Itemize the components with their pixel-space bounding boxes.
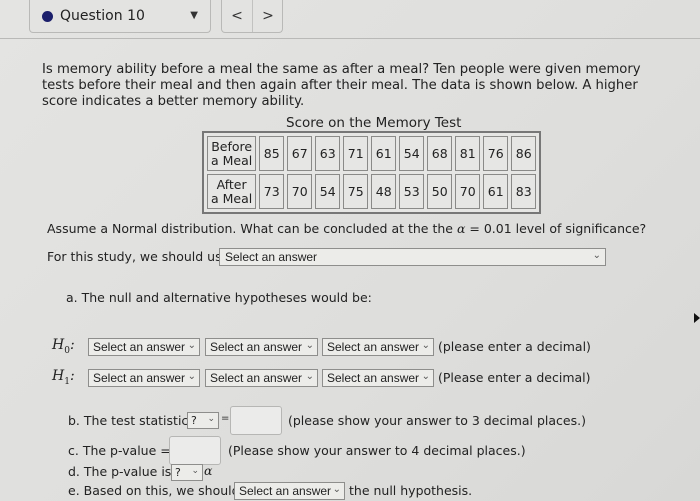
- h1-value-select[interactable]: Select an answer ⌄: [322, 369, 434, 387]
- mouse-cursor-icon: [694, 313, 700, 323]
- table-row-before: Before a Meal 85 67 63 71 61 54 68 81 76 …: [207, 136, 537, 171]
- table-title: Score on the Memory Test: [286, 115, 462, 131]
- equals-sign: =: [221, 413, 230, 424]
- table-cell: 83: [511, 174, 537, 209]
- caret-down-icon: ▼: [190, 10, 198, 21]
- part-b-label: b. The test statistic: [68, 413, 189, 428]
- select-value: Select an answer: [327, 371, 420, 385]
- chevron-left-icon: <: [231, 8, 243, 24]
- table-cell: 48: [371, 174, 397, 209]
- part-e-label: e. Based on this, we should: [68, 483, 240, 498]
- h1-parameter-select[interactable]: Select an answer ⌄: [88, 369, 200, 387]
- part-e-suffix: the null hypothesis.: [349, 483, 473, 498]
- h0-note: (please enter a decimal): [438, 339, 591, 354]
- select-value: Select an answer: [210, 371, 303, 385]
- h0-operator-select[interactable]: Select an answer ⌄: [205, 338, 318, 356]
- table-cell: 85: [259, 136, 285, 171]
- h1-colon: :: [69, 368, 75, 384]
- question-nav-bar: Question 10 ▼ < >: [0, 0, 700, 39]
- select-value: ?: [191, 414, 197, 427]
- table-cell: 70: [455, 174, 481, 209]
- table-cell: 70: [287, 174, 313, 209]
- decision-select[interactable]: Select an answer ⌄: [234, 482, 345, 500]
- table-cell: 61: [483, 174, 509, 209]
- select-value: Select an answer: [93, 371, 186, 385]
- chevron-down-icon: ⌄: [592, 250, 601, 261]
- select-value: Select an answer: [239, 484, 332, 498]
- part-b-note: (please show your answer to 3 decimal pl…: [288, 413, 586, 428]
- test-type-select[interactable]: Select an answer ⌄: [219, 248, 606, 266]
- table-cell: 67: [287, 136, 313, 171]
- h0-value-select[interactable]: Select an answer ⌄: [322, 338, 434, 356]
- table-cell: 75: [343, 174, 369, 209]
- h0-parameter-select[interactable]: Select an answer ⌄: [88, 338, 200, 356]
- table-row-after: After a Meal 73 70 54 75 48 53 50 70 61 8…: [207, 174, 537, 209]
- chevron-down-icon: ⌄: [191, 466, 199, 476]
- row-header-line: Before: [211, 138, 253, 154]
- part-a-label: a. The null and alternative hypotheses w…: [66, 290, 372, 305]
- next-question-button[interactable]: >: [253, 0, 283, 32]
- table-cell: 68: [427, 136, 453, 171]
- table-cell: 54: [315, 174, 341, 209]
- h0-label: H0:: [52, 337, 75, 356]
- h1-note: (Please enter a decimal): [438, 370, 591, 385]
- table-cell: 50: [427, 174, 453, 209]
- chevron-down-icon: ⌄: [305, 371, 314, 382]
- test-statistic-input[interactable]: [230, 406, 282, 435]
- h0-colon: :: [69, 337, 75, 353]
- table-cell: 76: [483, 136, 509, 171]
- p-value-comparison-select[interactable]: ? ⌄: [171, 464, 203, 481]
- h1-operator-select[interactable]: Select an answer ⌄: [205, 369, 318, 387]
- select-value: Select an answer: [225, 250, 318, 264]
- table-cell: 81: [455, 136, 481, 171]
- table-cell: 73: [259, 174, 285, 209]
- study-use-label: For this study, we should use: [47, 249, 230, 264]
- question-text: Is memory ability before a meal the same…: [42, 62, 641, 109]
- chevron-down-icon: ⌄: [421, 340, 430, 351]
- question-label: Question 10: [60, 8, 145, 24]
- memory-score-table: Before a Meal 85 67 63 71 61 54 68 81 76 …: [202, 131, 542, 214]
- select-value: ?: [175, 466, 181, 479]
- test-statistic-type-select[interactable]: ? ⌄: [187, 412, 219, 429]
- previous-question-button[interactable]: <: [222, 0, 253, 32]
- chevron-right-icon: >: [262, 8, 274, 24]
- row-header-before: Before a Meal: [207, 136, 257, 171]
- table-cell: 61: [371, 136, 397, 171]
- table-cell: 63: [315, 136, 341, 171]
- table-cell: 86: [511, 136, 537, 171]
- assumption-prefix: Assume a Normal distribution. What can b…: [47, 221, 457, 236]
- table-cell: 71: [343, 136, 369, 171]
- chevron-down-icon: ⌄: [207, 414, 215, 424]
- question-nav-group: < >: [221, 0, 283, 33]
- part-c-label: c. The p-value =: [68, 443, 171, 458]
- select-value: Select an answer: [327, 340, 420, 354]
- alpha-symbol: α: [204, 463, 213, 478]
- select-value: Select an answer: [93, 340, 186, 354]
- question-select[interactable]: Question 10 ▼: [29, 0, 211, 33]
- table-cell: 54: [399, 136, 425, 171]
- chevron-down-icon: ⌄: [187, 371, 196, 382]
- row-header-line: After: [216, 176, 247, 192]
- h1-symbol: H: [52, 368, 65, 384]
- assumption-text: Assume a Normal distribution. What can b…: [47, 221, 646, 236]
- part-d-label: d. The p-value is: [68, 464, 172, 479]
- chevron-down-icon: ⌄: [187, 340, 196, 351]
- table-cell: 53: [399, 174, 425, 209]
- chevron-down-icon: ⌄: [305, 340, 314, 351]
- assumption-suffix: = 0.01 level of significance?: [465, 221, 647, 236]
- part-c-note: (Please show your answer to 4 decimal pl…: [228, 443, 526, 458]
- row-header-after: After a Meal: [207, 174, 257, 209]
- select-value: Select an answer: [210, 340, 303, 354]
- p-value-input[interactable]: [169, 436, 221, 465]
- chevron-down-icon: ⌄: [332, 484, 341, 495]
- row-header-line: a Meal: [211, 190, 253, 206]
- h1-label: H1:: [52, 368, 75, 387]
- row-header-line: a Meal: [211, 152, 253, 168]
- h0-symbol: H: [52, 337, 65, 353]
- status-dot-icon: [42, 11, 53, 22]
- chevron-down-icon: ⌄: [421, 371, 430, 382]
